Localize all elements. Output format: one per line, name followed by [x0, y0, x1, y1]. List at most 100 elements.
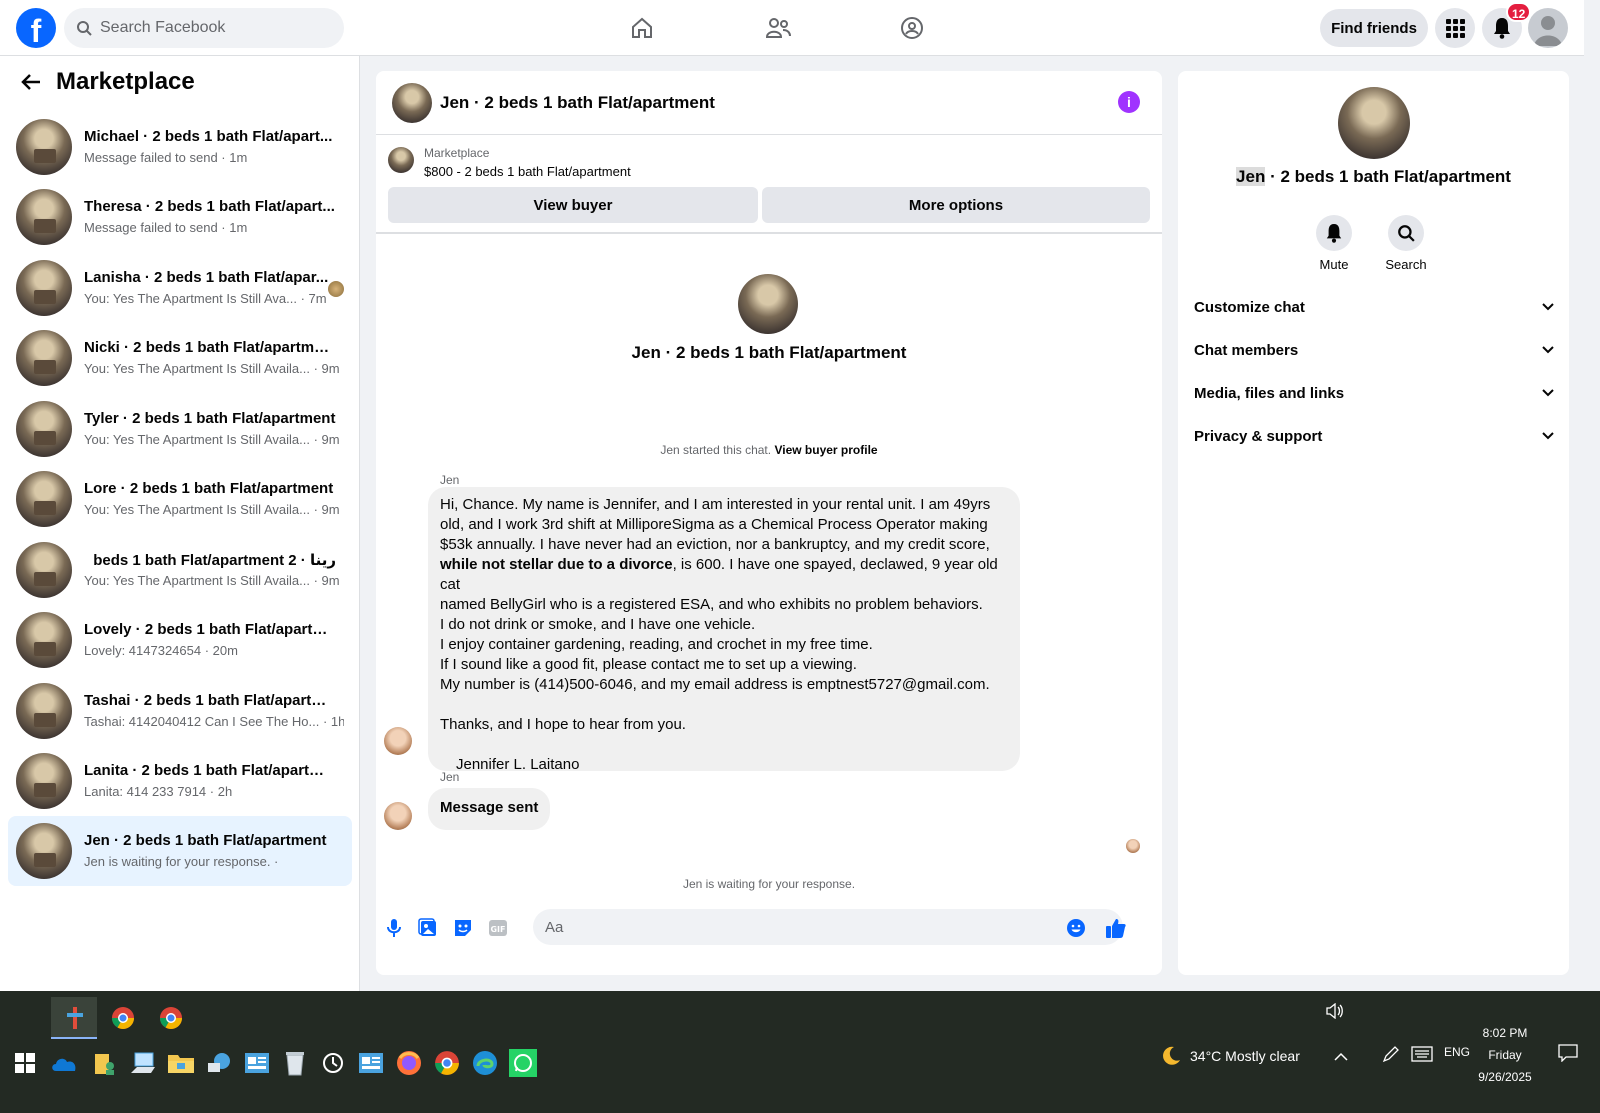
facebook-logo[interactable]: f — [16, 8, 56, 48]
section-label: Customize chat — [1194, 298, 1305, 316]
pen-icon[interactable] — [1382, 1045, 1400, 1068]
chrome-icon[interactable] — [432, 1048, 462, 1078]
windows-start-icon[interactable] — [10, 1048, 40, 1078]
section-label: Media, files and links — [1194, 384, 1345, 402]
message-line: My number is (414)500-6046, and my email… — [440, 676, 990, 693]
weather-widget[interactable]: 34°C Mostly clear — [1160, 1045, 1300, 1067]
message-line: If I sound like a good fit, please conta… — [440, 656, 857, 673]
chrome-window-icon[interactable] — [108, 1003, 138, 1033]
file-explorer-icon[interactable] — [166, 1048, 196, 1078]
conversation-preview: Message failed to send · 1m — [84, 150, 248, 165]
network-icon[interactable] — [204, 1048, 234, 1078]
message-sender: Jen — [440, 770, 460, 784]
message-bubble[interactable]: Hi, Chance. My name is Jennifer, and I a… — [428, 487, 1020, 773]
system-info-icon[interactable] — [356, 1048, 386, 1078]
menu-grid-icon[interactable] — [1435, 8, 1475, 48]
conversation-item[interactable]: Lanisha · 2 beds 1 bath Flat/apar... You:… — [8, 253, 352, 323]
name-first: Jen — [1236, 167, 1266, 186]
app-icon[interactable] — [60, 1003, 90, 1033]
groups-icon[interactable] — [896, 12, 928, 44]
chevron-up-icon[interactable] — [1334, 1049, 1348, 1067]
more-options-button[interactable]: More options — [762, 187, 1150, 223]
photo-icon[interactable] — [416, 916, 440, 940]
media-files-links-section[interactable]: Media, files and links — [1194, 372, 1554, 414]
seen-avatar — [328, 281, 344, 297]
sticker-icon[interactable] — [451, 916, 475, 940]
recycle-bin-icon[interactable] — [280, 1048, 310, 1078]
mute-bell-icon[interactable] — [1316, 215, 1352, 251]
search-input[interactable]: Search Facebook — [64, 8, 344, 48]
profile-avatar-large[interactable] — [1338, 87, 1410, 159]
conversation-avatar — [16, 683, 72, 739]
firefox-icon[interactable] — [394, 1048, 424, 1078]
conversation-preview: You: Yes The Apartment Is Still Availa..… — [84, 432, 340, 447]
customize-chat-section[interactable]: Customize chat — [1194, 286, 1554, 328]
notification-center-icon[interactable] — [1558, 1044, 1578, 1067]
find-friends-button[interactable]: Find friends — [1320, 9, 1428, 47]
conversation-item[interactable]: Theresa · 2 beds 1 bath Flat/apart... Mes… — [8, 182, 352, 252]
conversation-avatar — [16, 753, 72, 809]
control-panel-icon[interactable] — [242, 1048, 272, 1078]
keyboard-icon[interactable] — [1411, 1046, 1433, 1067]
conversation-item[interactable]: رينا · 2 beds 1 bath Flat/apartment You: … — [8, 535, 352, 605]
message-line: Thanks, and I hope to hear from you. — [440, 716, 686, 733]
conversation-item[interactable]: Lore · 2 beds 1 bath Flat/apartment You: … — [8, 464, 352, 534]
chat-started-text: Jen started this chat. — [660, 443, 772, 457]
listing-price-title[interactable]: $800 - 2 beds 1 bath Flat/apartment — [424, 164, 631, 179]
conversation-name: Lore · 2 beds 1 bath Flat/apartment — [84, 480, 334, 497]
user-folder-icon[interactable] — [90, 1048, 120, 1078]
divider — [376, 232, 1162, 234]
message-input[interactable]: Aa — [533, 909, 1123, 945]
notification-count-badge: 12 — [1506, 2, 1532, 22]
conversation-name: Michael · 2 beds 1 bath Flat/apart... — [84, 128, 333, 145]
sender-avatar[interactable] — [384, 727, 412, 755]
view-buyer-profile-link[interactable]: View buyer profile — [774, 443, 877, 457]
conversation-preview: Lanita: 414 233 7914 · 2h — [84, 784, 233, 799]
chat-header-avatar[interactable] — [392, 83, 432, 123]
speaker-volume-icon[interactable] — [1326, 1002, 1344, 1024]
conversation-item[interactable]: Lanita · 2 beds 1 bath Flat/apartme... La… — [8, 746, 352, 816]
privacy-support-section[interactable]: Privacy & support — [1194, 415, 1554, 457]
conversation-name: رينا · 2 beds 1 bath Flat/apartment — [93, 552, 336, 569]
back-arrow-icon[interactable] — [20, 71, 42, 98]
conversation-name: Lanita · 2 beds 1 bath Flat/apartme... — [84, 762, 336, 779]
conversation-item[interactable]: Nicki · 2 beds 1 bath Flat/apartment You:… — [8, 323, 352, 393]
info-icon[interactable]: i — [1118, 91, 1140, 113]
chat-members-section[interactable]: Chat members — [1194, 329, 1554, 371]
conversation-item[interactable]: Lovely · 2 beds 1 bath Flat/apartm... Lov… — [8, 605, 352, 675]
account-avatar[interactable] — [1528, 8, 1568, 48]
page-scrollbar[interactable] — [1584, 0, 1600, 991]
read-receipt-avatar — [1126, 839, 1140, 853]
conversation-preview: You: Yes The Apartment Is Still Availa..… — [84, 573, 340, 588]
clock-app-icon[interactable] — [318, 1048, 348, 1078]
weather-text: 34°C Mostly clear — [1190, 1048, 1300, 1064]
conversation-avatar[interactable] — [738, 274, 798, 334]
whatsapp-icon[interactable] — [508, 1048, 538, 1078]
conversation-name: Jen · 2 beds 1 bath Flat/apartment — [1178, 167, 1569, 187]
conversation-item[interactable]: Tashai · 2 beds 1 bath Flat/apartme... Ta… — [8, 676, 352, 746]
chrome-window-icon[interactable] — [156, 1003, 186, 1033]
conversation-preview: Tashai: 4142040412 Can I See The Ho... ·… — [84, 714, 344, 729]
microphone-icon[interactable] — [382, 916, 406, 940]
conversation-item[interactable]: Jen · 2 beds 1 bath Flat/apartment Jen is… — [8, 816, 352, 886]
friends-icon[interactable] — [762, 12, 794, 44]
sender-avatar[interactable] — [384, 802, 412, 830]
search-conversation-icon[interactable] — [1388, 215, 1424, 251]
emoji-icon[interactable] — [1064, 916, 1088, 940]
conversation-item[interactable]: Tyler · 2 beds 1 bath Flat/apartment You:… — [8, 394, 352, 464]
message-input-placeholder: Aa — [545, 918, 564, 936]
conversation-preview: You: Yes The Apartment Is Still Availa..… — [84, 502, 340, 517]
mute-label: Mute — [1319, 257, 1349, 272]
onedrive-icon[interactable] — [50, 1048, 80, 1078]
conversation-avatar — [16, 401, 72, 457]
gif-icon[interactable]: GIF — [486, 916, 510, 940]
conversation-item[interactable]: Michael · 2 beds 1 bath Flat/apart... Mes… — [8, 112, 352, 182]
message-bubble[interactable]: Message sent — [428, 788, 551, 830]
this-pc-icon[interactable] — [128, 1048, 158, 1078]
home-icon[interactable] — [626, 12, 658, 44]
view-buyer-button[interactable]: View buyer — [388, 187, 758, 223]
chat-title[interactable]: Jen · 2 beds 1 bath Flat/apartment — [440, 93, 715, 113]
like-icon[interactable] — [1104, 916, 1128, 940]
edge-icon[interactable] — [470, 1048, 500, 1078]
system-clock[interactable]: 8:02 PM Friday 9/26/2025 — [1460, 1022, 1550, 1088]
